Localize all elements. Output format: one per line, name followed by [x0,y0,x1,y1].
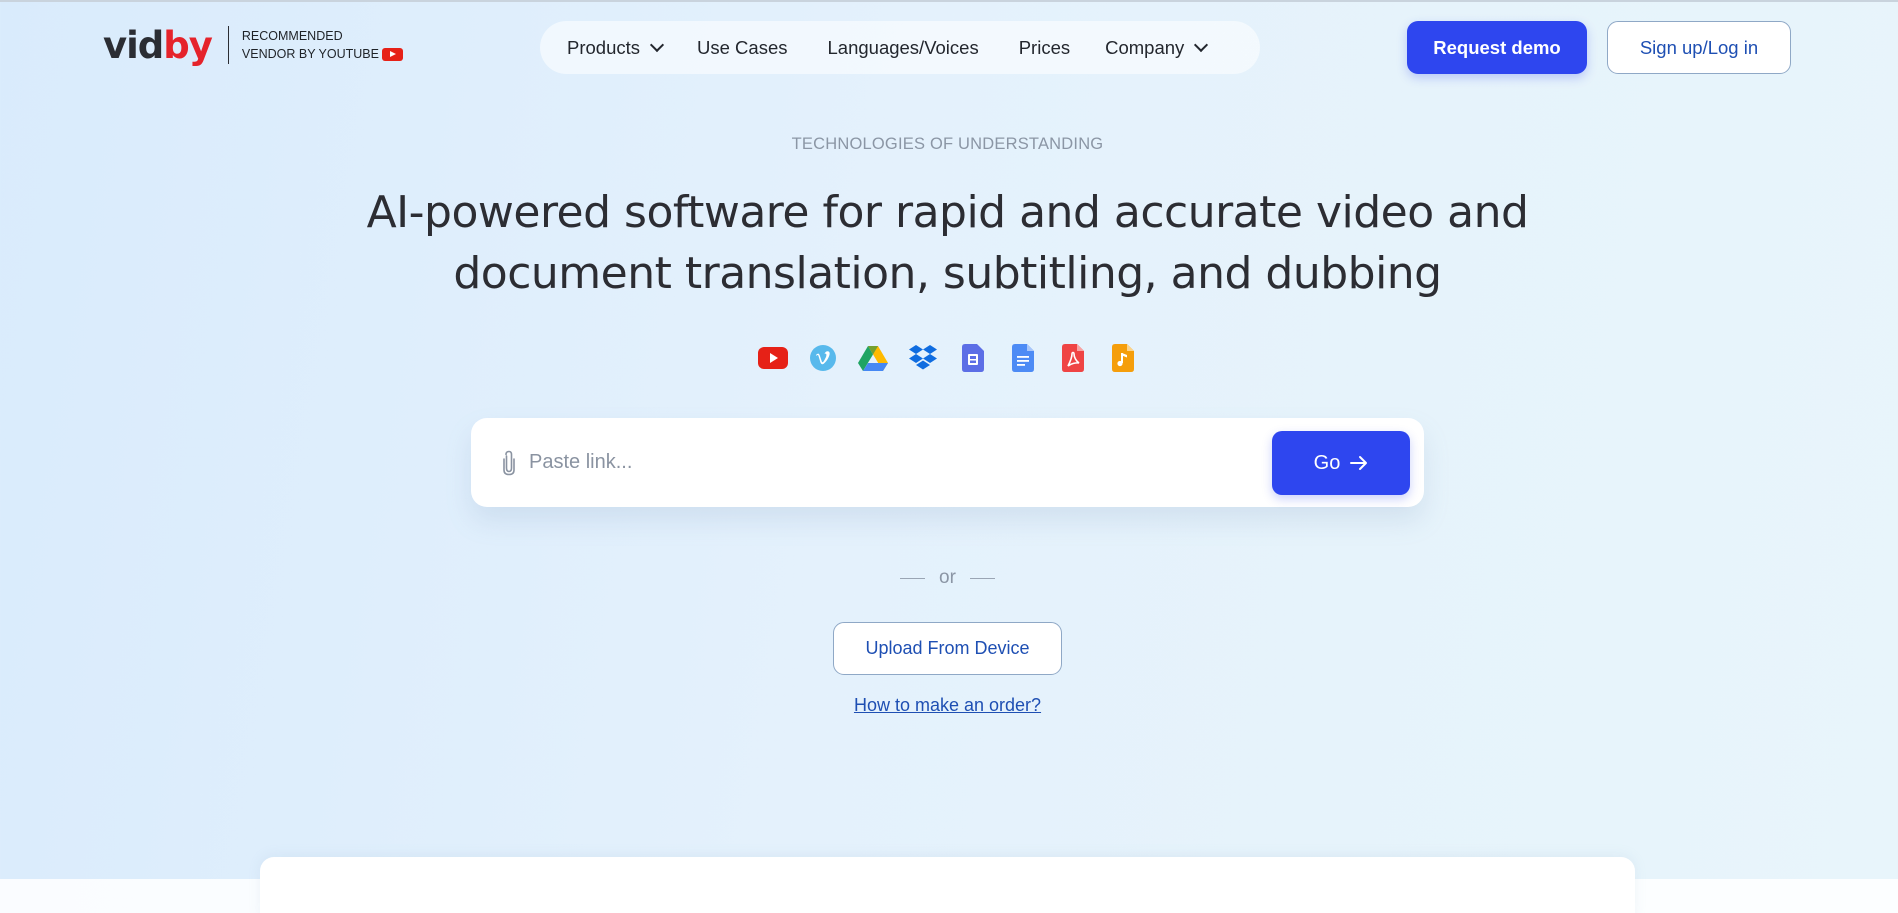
sign-up-login-button[interactable]: Sign up/Log in [1607,21,1791,74]
nav-label-languages: Languages/Voices [827,36,979,58]
logo-part-vid: vid [103,23,164,67]
go-button[interactable]: Go [1272,431,1410,495]
vimeo-icon [807,342,839,374]
youtube-icon [757,342,789,374]
logo-wordmark: vidby [103,23,213,67]
how-to-order-link[interactable]: How to make an order? [0,695,1895,716]
upload-from-device-button[interactable]: Upload From Device [833,622,1062,675]
hero-eyebrow: TECHNOLOGIES OF UNDERSTANDING [791,135,1104,153]
request-demo-button[interactable]: Request demo [1407,21,1587,74]
headline-line2: document translation, subtitling, and du… [453,248,1442,299]
logo-divider [227,26,229,64]
headline-line1: AI-powered software for rapid and accura… [366,187,1529,238]
main-nav: Products Use Cases Languages/Voices Pric… [540,21,1260,74]
page-title: AI-powered software for rapid and accura… [300,182,1595,304]
nav-item-prices[interactable]: Prices [1019,37,1070,59]
nav-item-languages[interactable]: Languages/Voices [828,37,979,59]
nav-label-prices: Prices [1018,36,1071,58]
nav-item-products[interactable]: Products [567,36,665,59]
content-card-top [260,857,1635,913]
logo-part-by: by [163,23,213,67]
dropbox-icon [907,342,939,374]
divider-line-left [900,577,926,579]
nav-item-company[interactable]: Company [1105,36,1209,59]
or-divider: or [0,567,1895,589]
nav-item-use-cases[interactable]: Use Cases [697,37,787,59]
nav-label-use-cases: Use Cases [697,36,788,58]
go-label: Go [1313,451,1341,474]
paste-link-box: Go [471,418,1424,507]
top-border [0,0,1898,2]
pdf-icon [1057,342,1089,374]
nav-label-company: Company [1105,36,1185,58]
google-docs-icon [1007,342,1039,374]
logo-tagline: RECOMMENDED VENDOR BY YOUTUBE [242,27,403,63]
nav-label-products: Products [567,36,641,58]
audio-file-icon [1107,342,1139,374]
paste-link-input[interactable] [529,440,1179,485]
supported-sources [757,342,1139,374]
chevron-down-icon [649,37,665,52]
tagline-line1: RECOMMENDED [241,29,343,43]
arrow-right-icon [1350,456,1368,470]
tagline-line2: VENDOR BY YOUTUBE [241,47,379,61]
divider-line-right [969,577,995,579]
youtube-badge-icon [381,47,403,61]
document-icon [957,342,989,374]
logo[interactable]: vidby RECOMMENDED VENDOR BY YOUTUBE [103,26,403,64]
or-text: or [939,567,956,588]
paperclip-icon [502,450,516,476]
chevron-down-icon [1194,37,1209,52]
google-drive-icon [857,342,889,374]
